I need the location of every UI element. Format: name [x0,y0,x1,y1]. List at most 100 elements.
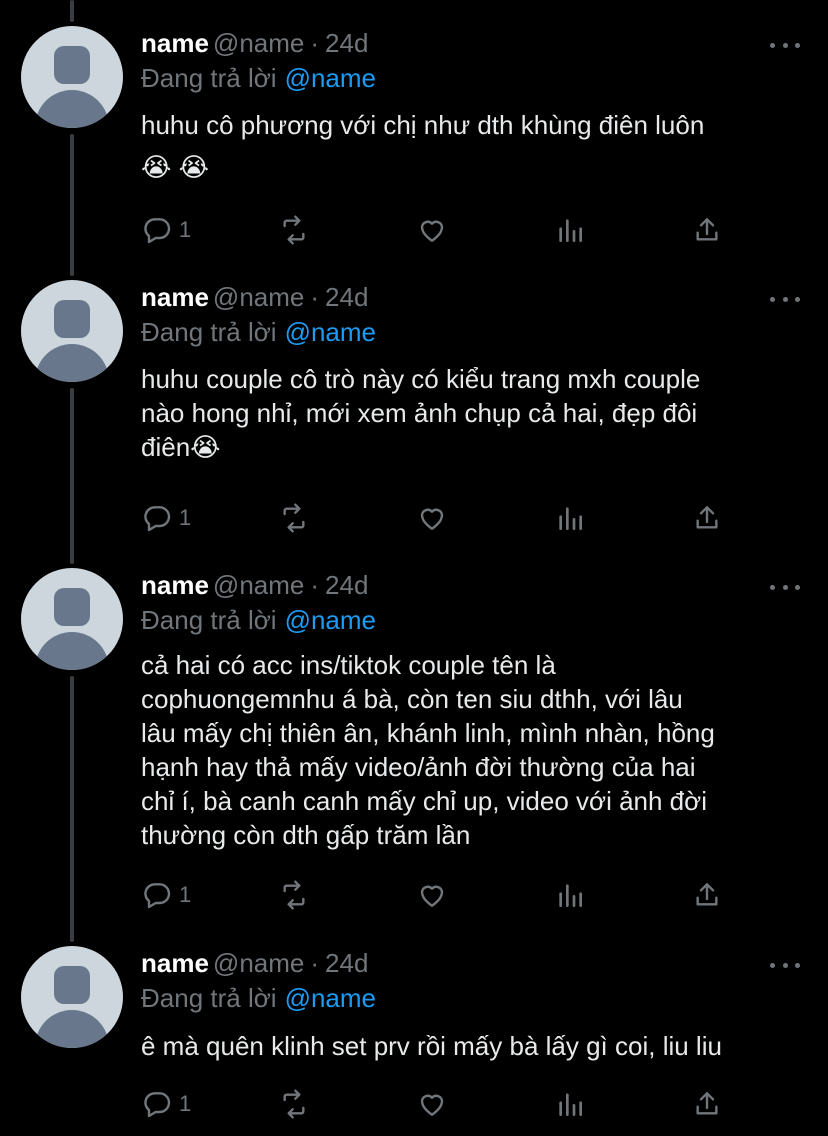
thread-line [70,388,74,564]
replying-to-label: Đang trả lời [141,605,277,635]
tweet-emoji: 😭 😭 [141,152,209,182]
tweet-text: cả hai có acc ins/tiktok couple tên là c… [141,650,715,850]
replying-to: Đang trả lời @name [141,983,376,1013]
more-icon[interactable] [770,955,800,975]
replying-to: Đang trả lời @name [141,605,376,635]
views-button[interactable] [554,210,586,250]
retweet-icon [283,503,305,533]
share-button[interactable] [691,875,723,915]
heart-icon [420,220,444,242]
like-button[interactable] [416,875,448,915]
replying-to-label: Đang trả lời [141,63,277,93]
replying-to-label: Đang trả lời [141,317,277,347]
share-button[interactable] [691,1084,723,1124]
reply-button[interactable]: 1 [141,498,191,538]
reply-count: 1 [179,505,192,530]
heart-icon [420,885,444,907]
reply-count: 1 [179,1091,192,1116]
tweet-header: name @name · 24d [141,28,368,58]
views-button[interactable] [554,875,586,915]
user-handle[interactable]: @name [213,570,304,600]
thread-line [70,134,74,276]
user-handle[interactable]: @name [213,282,304,312]
timestamp[interactable]: 24d [325,570,368,600]
reply-count: 1 [179,882,192,907]
retweet-button[interactable] [278,210,310,250]
avatar-head [54,300,90,338]
heart-icon [420,508,444,530]
avatar-shoulders [35,632,109,670]
mention-link[interactable]: @name [285,605,376,635]
reply-count: 1 [179,217,192,242]
retweet-icon [283,215,305,245]
avatar[interactable] [21,568,123,670]
display-name[interactable]: name [141,570,209,600]
avatar[interactable] [21,26,123,128]
avatar-head [54,966,90,1004]
retweet-icon [283,1089,305,1119]
display-name[interactable]: name [141,282,209,312]
replying-to-label: Đang trả lời [141,983,277,1013]
avatar-shoulders [35,344,109,382]
separator-dot: · [310,282,320,312]
views-icon [559,507,582,530]
timestamp[interactable]: 24d [325,28,368,58]
tweet-text: huhu cô phương với chị như dth khùng điê… [141,110,705,140]
user-handle[interactable]: @name [213,28,304,58]
tweet-text: ê mà quên klinh set prv rồi mấy bà lấy g… [141,1031,722,1061]
separator-dot: · [310,28,320,58]
share-icon [696,883,718,906]
reply-icon [144,1092,171,1118]
more-icon[interactable] [770,35,800,55]
avatar[interactable] [21,946,123,1048]
avatar-shoulders [35,1010,109,1048]
reply-button[interactable]: 1 [141,875,191,915]
avatar[interactable] [21,280,123,382]
avatar-head [54,588,90,626]
avatar-shoulders [35,90,109,128]
thread-line [70,676,74,942]
timestamp[interactable]: 24d [325,282,368,312]
mention-link[interactable]: @name [285,63,376,93]
retweet-icon [283,880,305,910]
separator-dot: · [310,570,320,600]
views-button[interactable] [554,1084,586,1124]
share-button[interactable] [691,210,723,250]
separator-dot: · [310,948,320,978]
share-icon [696,1092,718,1115]
reply-button[interactable]: 1 [141,1084,191,1124]
tweet-header: name @name · 24d [141,948,368,978]
like-button[interactable] [416,498,448,538]
retweet-button[interactable] [278,1084,310,1124]
mention-link[interactable]: @name [285,317,376,347]
like-button[interactable] [416,210,448,250]
reply-icon [144,883,171,909]
reply-button[interactable]: 1 [141,210,191,250]
display-name[interactable]: name [141,28,209,58]
retweet-button[interactable] [278,875,310,915]
avatar-head [54,46,90,84]
more-icon[interactable] [770,289,800,309]
user-handle[interactable]: @name [213,948,304,978]
views-icon [559,884,582,907]
tweet-header: name @name · 24d [141,282,368,312]
views-button[interactable] [554,498,586,538]
thread-line [70,0,74,22]
display-name[interactable]: name [141,948,209,978]
reply-icon [144,506,171,532]
more-icon[interactable] [770,577,800,597]
share-icon [696,506,718,529]
timestamp[interactable]: 24d [325,948,368,978]
replying-to: Đang trả lời @name [141,317,376,347]
share-icon [696,218,718,241]
views-icon [559,1093,582,1116]
mention-link[interactable]: @name [285,983,376,1013]
share-button[interactable] [691,498,723,538]
replying-to: Đang trả lời @name [141,63,376,93]
like-button[interactable] [416,1084,448,1124]
tweet-text: huhu couple cô trò này có kiểu trang mxh… [141,364,701,462]
tweet-header: name @name · 24d [141,570,368,600]
views-icon [559,219,582,242]
reply-icon [144,218,171,244]
retweet-button[interactable] [278,498,310,538]
